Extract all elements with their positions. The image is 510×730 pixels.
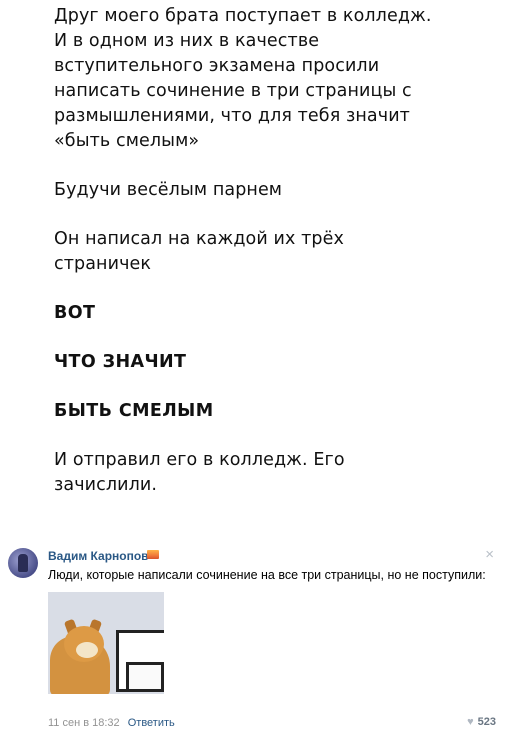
caps-line-3: БЫТЬ СМЕЛЫМ (54, 401, 214, 421)
paragraph-wrote: Он написал на каждой их трёх страничек (54, 227, 484, 277)
avatar[interactable] (8, 548, 38, 578)
paragraph-ending: И отправил его в колледж. Его зачислили. (54, 448, 484, 498)
text-line: И в одном из них в качестве (54, 31, 320, 51)
text-line: И отправил его в колледж. Его (54, 450, 345, 470)
comment-text: Люди, которые написали сочинение на все … (48, 568, 486, 582)
reply-link[interactable]: Ответить (128, 717, 175, 729)
comment: Вадим Карнопов × Люди, которые написали … (0, 540, 510, 730)
text-line: зачислили. (54, 475, 158, 495)
text-line: «быть смелым» (54, 131, 200, 151)
text-line: Он написал на каждой их трёх (54, 229, 344, 249)
like-button[interactable]: ♥ 523 (467, 716, 496, 728)
comment-author[interactable]: Вадим Карнопов (48, 549, 149, 563)
comment-image[interactable] (48, 592, 164, 694)
flag-emoji-icon (147, 550, 159, 559)
text-line: написать сочинение в три страницы с (54, 81, 412, 101)
heart-icon: ♥ (467, 716, 474, 728)
paragraph-intro: Друг моего брата поступает в колледж. И … (54, 4, 484, 154)
caps-line-2: ЧТО ЗНАЧИТ (54, 352, 187, 372)
comment-meta: 11 сен в 18:32 Ответить (48, 717, 175, 729)
text-line: страничек (54, 254, 152, 274)
like-count: 523 (477, 716, 496, 728)
caps-line-1: ВОТ (54, 303, 96, 323)
text-line: Друг моего брата поступает в колледж. (54, 6, 432, 26)
text-line: размышлениями, что для тебя значит (54, 106, 410, 126)
text-line: вступительного экзамена просили (54, 56, 380, 76)
close-icon[interactable]: × (485, 546, 494, 563)
timestamp[interactable]: 11 сен в 18:32 (48, 717, 120, 729)
paragraph-cheerful: Будучи весёлым парнем (54, 180, 283, 200)
post-text: Друг моего брата поступает в колледж. И … (54, 4, 484, 522)
